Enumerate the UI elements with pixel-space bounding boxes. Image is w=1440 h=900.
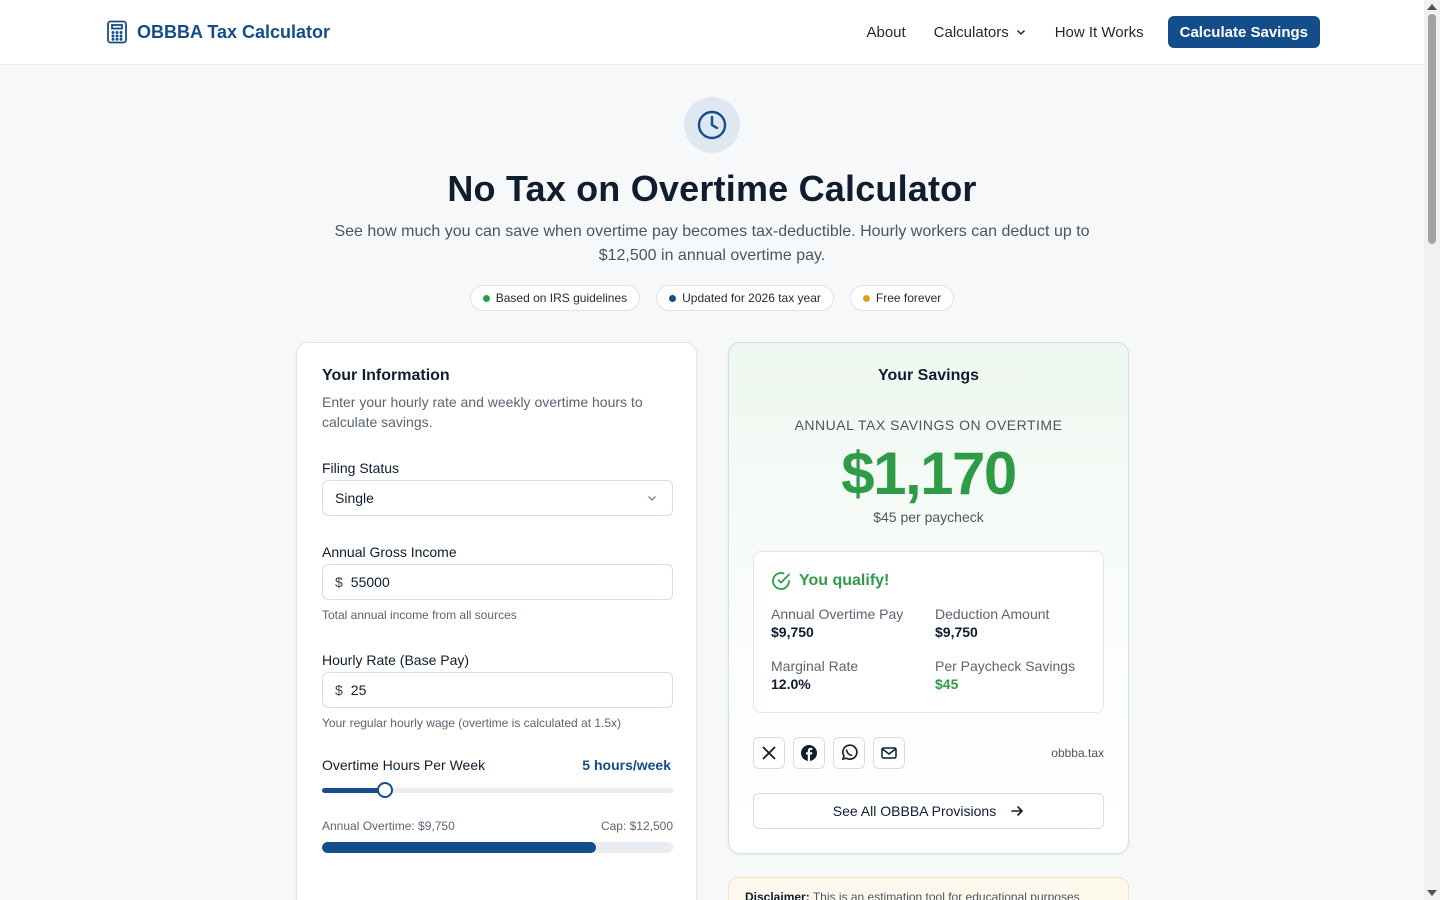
clock-icon (697, 110, 727, 140)
scroll-up-arrow-icon[interactable] (1427, 4, 1437, 10)
annual-income-hint: Total annual income from all sources (322, 608, 517, 622)
chevron-down-icon (648, 496, 656, 501)
see-all-provisions-button[interactable]: See All OBBBA Provisions (753, 793, 1104, 829)
cap-progress-fill (322, 842, 596, 853)
trust-badges: Based on IRS guidelines Updated for 2026… (0, 285, 1424, 311)
share-whatsapp-button[interactable] (833, 737, 865, 769)
annual-savings-label: ANNUAL TAX SAVINGS ON OVERTIME (794, 417, 1063, 433)
stat-label: Marginal Rate (771, 658, 859, 674)
overtime-cap-row: Annual Overtime: $9,750 Cap: $12,500 (322, 819, 673, 833)
check-circle-icon (772, 572, 790, 590)
scrollbar-thumb[interactable] (1428, 14, 1436, 244)
badge-label: Based on IRS guidelines (495, 291, 628, 305)
x-logo-icon (762, 746, 776, 760)
mail-icon (881, 747, 897, 759)
form-title: Your Information (322, 367, 450, 384)
dollar-prefix: $ (335, 574, 343, 590)
slider-thumb[interactable] (377, 782, 394, 798)
stat-overtime-pay: Annual Overtime Pay $9,750 (771, 606, 903, 640)
annual-income-input[interactable]: $ 55000 (322, 564, 673, 600)
stat-marginal-rate: Marginal Rate 12.0% (771, 658, 858, 692)
filing-status-select[interactable]: Single (322, 480, 673, 516)
hourly-rate-hint: Your regular hourly wage (overtime is ca… (322, 716, 622, 730)
scroll-down-arrow-icon[interactable] (1427, 890, 1437, 896)
share-site-label: obbba.tax (1051, 746, 1104, 760)
badge-free: Free forever (849, 285, 955, 311)
badge-updated: Updated for 2026 tax year (656, 285, 834, 311)
provisions-label: See All OBBBA Provisions (832, 803, 997, 819)
yellow-dot-icon (862, 294, 870, 302)
calculator-icon (107, 20, 127, 44)
filing-status-value: Single (335, 490, 374, 506)
overtime-hours-label: Overtime Hours Per Week (322, 757, 486, 773)
stat-value: $45 (935, 676, 959, 692)
cap-text: Cap: $12,500 (600, 819, 673, 833)
whatsapp-icon (841, 744, 858, 761)
share-x-button[interactable] (753, 737, 785, 769)
your-information-card: Your Information Enter your hourly rate … (296, 342, 697, 900)
your-savings-card: Your Savings ANNUAL TAX SAVINGS ON OVERT… (728, 342, 1129, 854)
hourly-rate-input[interactable]: $ 25 (322, 672, 673, 708)
main-nav: About Calculators How It Works Calculate… (866, 16, 1320, 48)
stat-label: Per Paycheck Savings (935, 658, 1076, 674)
qualify-heading: You qualify! (771, 571, 889, 591)
slider-fill (322, 788, 386, 793)
stat-per-paycheck: Per Paycheck Savings $45 (935, 658, 1075, 692)
share-email-button[interactable] (873, 737, 905, 769)
badge-label: Updated for 2026 tax year (682, 291, 821, 305)
top-navbar: OBBBA Tax Calculator About Calculators H… (0, 0, 1424, 65)
calculate-savings-button[interactable]: Calculate Savings (1167, 16, 1320, 48)
filing-status-label: Filing Status (322, 460, 400, 476)
disclaimer-label: Disclaimer: (745, 890, 810, 900)
hourly-rate-value: 25 (350, 682, 367, 698)
qualify-text: You qualify! (799, 572, 890, 589)
arrow-right-icon (1011, 806, 1024, 816)
chevron-down-icon (1016, 29, 1025, 36)
brand-logo[interactable]: OBBBA Tax Calculator (106, 20, 330, 44)
form-description: Enter your hourly rate and weekly overti… (322, 394, 643, 430)
stat-value: 12.0% (771, 676, 811, 692)
qualification-box: You qualify! Annual Overtime Pay $9,750 … (753, 551, 1104, 713)
stat-value: $9,750 (771, 624, 814, 640)
overtime-cap-progress (322, 842, 673, 853)
badge-label: Free forever (875, 291, 942, 305)
share-facebook-button[interactable] (793, 737, 825, 769)
hourly-rate-label: Hourly Rate (Base Pay) (322, 652, 470, 668)
annual-income-value: 55000 (350, 574, 390, 590)
nav-about[interactable]: About (866, 24, 905, 41)
results-title: Your Savings (877, 367, 980, 384)
per-paycheck-text: $45 per paycheck (873, 509, 984, 525)
page-subtitle: See how much you can save when overtime … (334, 223, 1090, 264)
hero-clock-badge (684, 97, 740, 153)
share-row: obbba.tax (753, 736, 1104, 770)
page-title: No Tax on Overtime Calculator (447, 168, 977, 209)
disclaimer-text: This is an estimation tool for education… (812, 890, 1080, 900)
overtime-hours-slider[interactable] (322, 782, 673, 798)
stat-value: $9,750 (935, 624, 978, 640)
badge-irs: Based on IRS guidelines (469, 285, 641, 311)
overtime-hours-value: 5 hours/week (582, 757, 671, 773)
annual-savings-amount: $1,170 (841, 440, 1017, 507)
stat-label: Deduction Amount (935, 606, 1050, 622)
green-dot-icon (482, 294, 490, 302)
nav-how-it-works[interactable]: How It Works (1055, 24, 1144, 41)
disclaimer-box: Disclaimer: This is an estimation tool f… (728, 877, 1129, 900)
page-scrollbar[interactable] (1424, 0, 1440, 900)
annual-income-label: Annual Gross Income (322, 544, 457, 560)
blue-dot-icon (669, 294, 677, 302)
nav-calculators-dropdown[interactable]: Calculators (934, 24, 1027, 41)
facebook-icon (801, 745, 817, 761)
brand-name: OBBBA Tax Calculator (137, 21, 331, 42)
dollar-prefix: $ (335, 682, 343, 698)
stat-label: Annual Overtime Pay (771, 606, 904, 622)
annual-overtime-text: Annual Overtime: $9,750 (322, 819, 455, 833)
stat-deduction: Deduction Amount $9,750 (935, 606, 1049, 640)
nav-calculators-label: Calculators (933, 23, 1009, 41)
